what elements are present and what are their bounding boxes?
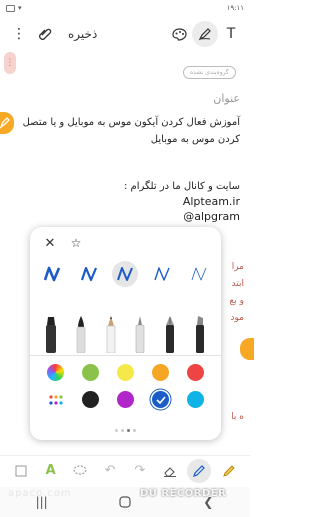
note-partial-text: مود — [230, 313, 244, 323]
status-left: ▾ — [6, 4, 22, 12]
status-time: ۱۹:۱۱ — [226, 4, 244, 12]
page-dot — [121, 429, 124, 432]
note-partial-text: ابتد — [231, 279, 244, 289]
note-body-paragraph[interactable]: آموزش فعال کردن آیکون موس به موبایل و یا… — [10, 114, 240, 148]
pen-type-row — [36, 313, 215, 353]
color-swatch-cyan[interactable] — [187, 391, 204, 408]
page-dot — [133, 429, 136, 432]
background-color-icon[interactable] — [9, 459, 33, 483]
color-swatch-green[interactable] — [82, 364, 99, 381]
stroke-pen[interactable] — [76, 261, 102, 287]
page-indicator — [30, 429, 221, 432]
panel-divider — [30, 355, 221, 356]
color-palette-grid-icon[interactable] — [47, 391, 64, 408]
color-swatch-yellow[interactable] — [117, 364, 134, 381]
wifi-icon: ▾ — [18, 4, 22, 12]
note-toolbar: ⋮ ذخیره T — [0, 18, 250, 50]
note-partial-text: ه با — [231, 412, 244, 422]
stroke-calligraphy[interactable] — [149, 261, 175, 287]
page-dot — [115, 429, 118, 432]
color-swatch-orange[interactable] — [152, 364, 169, 381]
stroke-pencil-selected[interactable] — [112, 261, 139, 287]
pen-tool-icon[interactable] — [187, 458, 212, 483]
text-mode-icon[interactable]: T — [218, 21, 244, 47]
pen-icon[interactable] — [132, 313, 148, 353]
stroke-fountain-pen[interactable] — [39, 261, 65, 287]
stroke-preview-row — [34, 259, 217, 289]
recorder-watermark: DU RECORDER — [140, 488, 227, 499]
text-style-icon[interactable]: A — [39, 459, 63, 483]
color-spectrum-swatch[interactable] — [47, 364, 64, 381]
note-body-telegram-line[interactable]: سایت و کانال ما در تلگرام : — [10, 178, 240, 195]
status-right: ۱۹:۱۱ — [227, 4, 244, 12]
note-title-field[interactable]: عنوان — [10, 92, 240, 105]
note-partial-text: و بع — [229, 296, 244, 306]
battery-icon — [6, 4, 15, 12]
drawing-toolbar: A ↶ ↷ — [0, 455, 250, 485]
sidebar-toggle-tab[interactable]: ⋮ — [4, 52, 16, 74]
color-swatch-black[interactable] — [82, 391, 99, 408]
redo-icon[interactable]: ↷ — [128, 459, 152, 483]
stroke-brush-thin[interactable] — [186, 261, 212, 287]
note-partial-text: مرا — [231, 262, 244, 272]
undo-icon[interactable]: ↶ — [98, 459, 122, 483]
color-row-1 — [38, 364, 213, 381]
more-options-icon[interactable]: ⋮ — [6, 21, 32, 47]
home-icon[interactable] — [113, 490, 137, 514]
attach-icon[interactable] — [32, 21, 58, 47]
pen-settings-panel: ✕ ☆ — [30, 227, 221, 440]
marker-icon[interactable] — [43, 313, 59, 353]
watermark-left: apaco.com — [8, 488, 72, 499]
lasso-icon[interactable] — [68, 459, 92, 483]
page-dot-active — [127, 429, 130, 432]
eraser-icon[interactable] — [158, 459, 182, 483]
category-chip[interactable]: گروه‌بندی نشده — [183, 66, 236, 79]
color-palette — [38, 364, 213, 418]
brush-icon[interactable] — [73, 313, 89, 353]
status-bar: ▾ ۱۹:۱۱ — [0, 0, 250, 16]
color-row-2 — [38, 391, 213, 408]
calligraphy-pen-icon[interactable] — [192, 313, 208, 353]
favorite-star-icon[interactable]: ☆ — [68, 235, 84, 251]
save-button[interactable]: ذخیره — [68, 27, 97, 41]
color-swatch-blue-selected[interactable] — [152, 391, 169, 408]
color-swatch-purple[interactable] — [117, 391, 134, 408]
color-swatch-red[interactable] — [187, 364, 204, 381]
highlighter-icon[interactable] — [217, 459, 241, 483]
note-body-channel[interactable]: @alpgram — [10, 210, 240, 223]
palette-icon[interactable] — [166, 21, 192, 47]
edge-panel-handle-right[interactable] — [240, 338, 254, 360]
pencil-icon[interactable] — [103, 313, 119, 353]
handwriting-mode-icon[interactable] — [192, 21, 218, 47]
note-body-site[interactable]: Alpteam.ir — [10, 195, 240, 208]
close-icon[interactable]: ✕ — [42, 235, 58, 251]
fountain-pen-icon[interactable] — [162, 313, 178, 353]
